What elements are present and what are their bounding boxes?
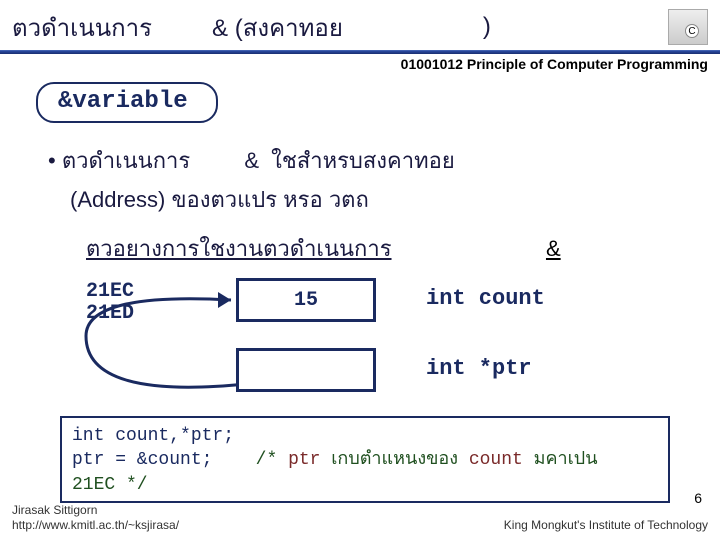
bullet-text-2: ใชสำหรบสงคาทอย: [271, 148, 455, 173]
example-amp: &: [546, 236, 561, 261]
code-comment: /* ptr เกบตำแหนงของ count มคาเปน: [256, 450, 598, 470]
header-title: ตวดำเนนการ: [12, 8, 152, 47]
pointer-arrow-icon: [46, 280, 266, 420]
author-url: http://www.kmitl.ac.th/~ksjirasa/: [12, 518, 179, 534]
address-1: 21EC: [86, 280, 134, 303]
memory-box-count: 15: [236, 278, 376, 322]
bullet-subline: (Address) ของตวแปร หรอ วตถ: [70, 182, 690, 217]
cpp-logo-icon: [668, 9, 708, 45]
example-heading-row: ตวอยางการใชงานตวดำเนนการ &: [30, 227, 690, 276]
footer-author: Jirasak Sittigorn http://www.kmitl.ac.th…: [12, 503, 179, 534]
bullet-text-1: ตวดำเนนการ: [62, 148, 190, 173]
syntax-pill: &variable: [36, 82, 218, 123]
author-name: Jirasak Sittigorn: [12, 503, 179, 519]
header-operator: & (สงคาทอย: [212, 8, 343, 47]
page-number: 6: [694, 490, 702, 506]
code-line-2a: ptr = &count;: [72, 450, 212, 470]
code-line-1: int count,*ptr;: [72, 424, 658, 448]
memory-value-1: 15: [294, 289, 318, 312]
course-code: 01001012 Principle of Computer Programmi…: [0, 54, 720, 72]
memory-diagram: 21EC 21ED 15 int count int *ptr: [86, 276, 690, 416]
memory-box-ptr: [236, 348, 376, 392]
example-title: ตวอยางการใชงานตวดำเนนการ: [86, 231, 392, 266]
code-line-2: ptr = &count; /* ptr เกบตำแหนงของ count …: [72, 448, 658, 472]
bullet-line: • ตวดำเนนการ & ใชสำหรบสงคาทอย: [48, 143, 690, 178]
var-label-count: int count: [426, 286, 545, 311]
footer-institution: King Mongkut's Institute of Technology: [504, 518, 708, 534]
var-label-ptr: int *ptr: [426, 356, 532, 381]
code-box: int count,*ptr; ptr = &count; /* ptr เกบ…: [60, 416, 670, 503]
slide-body: &variable • ตวดำเนนการ & ใชสำหรบสงคาทอย …: [0, 72, 720, 503]
header-paren: ): [483, 13, 491, 41]
address-2: 21ED: [86, 302, 134, 325]
slide-header: ตวดำเนนการ & (สงคาทอย ): [0, 0, 720, 50]
ampersand-icon: &: [244, 148, 259, 173]
code-line-3: 21EC */: [72, 473, 658, 497]
